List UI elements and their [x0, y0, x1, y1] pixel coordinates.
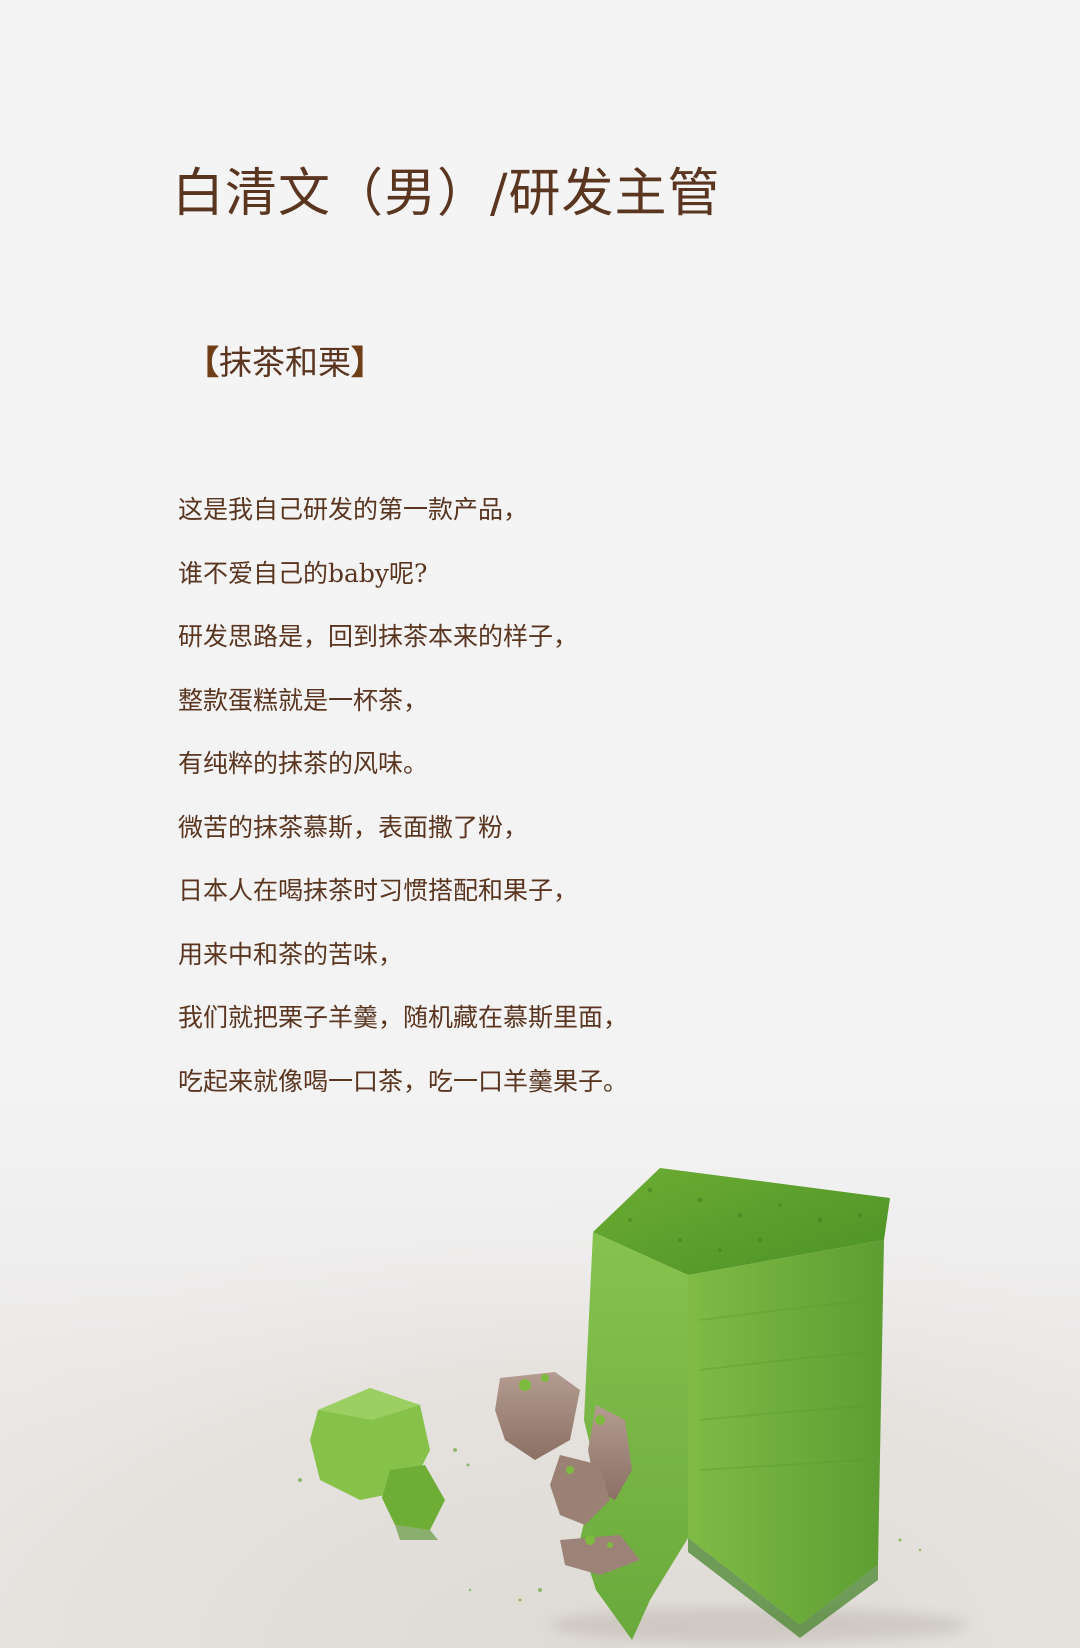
description-line: 用来中和茶的苦味， [178, 939, 404, 969]
page-title: 白清文（男）/研发主管 [172, 164, 721, 224]
description-line: 日本人在喝抹茶时习惯搭配和果子， [178, 876, 579, 905]
description-line: 微苦的抹茶慕斯，表面撒了粉， [178, 812, 529, 842]
description-line: 我们就把栗子羊羹，随机藏在慕斯里面， [178, 1003, 629, 1032]
description-line: 有纯粹的抹茶的风味。 [178, 749, 429, 778]
product-name-heading: 【抹茶和栗】 [186, 346, 384, 379]
product-name: 抹茶和栗 [219, 343, 351, 382]
description-line: 这是我自己研发的第一款产品， [178, 495, 529, 524]
bracket-right: 】 [351, 343, 384, 382]
description-list: 这是我自己研发的第一款产品， 谁不爱自己的baby呢? 研发思路是，回到抹茶本来… [178, 495, 628, 1130]
matcha-chestnut-cake-photo [0, 1120, 1080, 1648]
page: 白清文（男）/研发主管 【抹茶和栗】 这是我自己研发的第一款产品， 谁不爱自己的… [0, 0, 1080, 1648]
description-line: 谁不爱自己的baby呢? [178, 558, 428, 588]
description-line: 整款蛋糕就是一杯茶， [178, 685, 429, 715]
bracket-left: 【 [186, 343, 219, 382]
description-line: 研发思路是，回到抹茶本来的样子， [178, 622, 579, 651]
